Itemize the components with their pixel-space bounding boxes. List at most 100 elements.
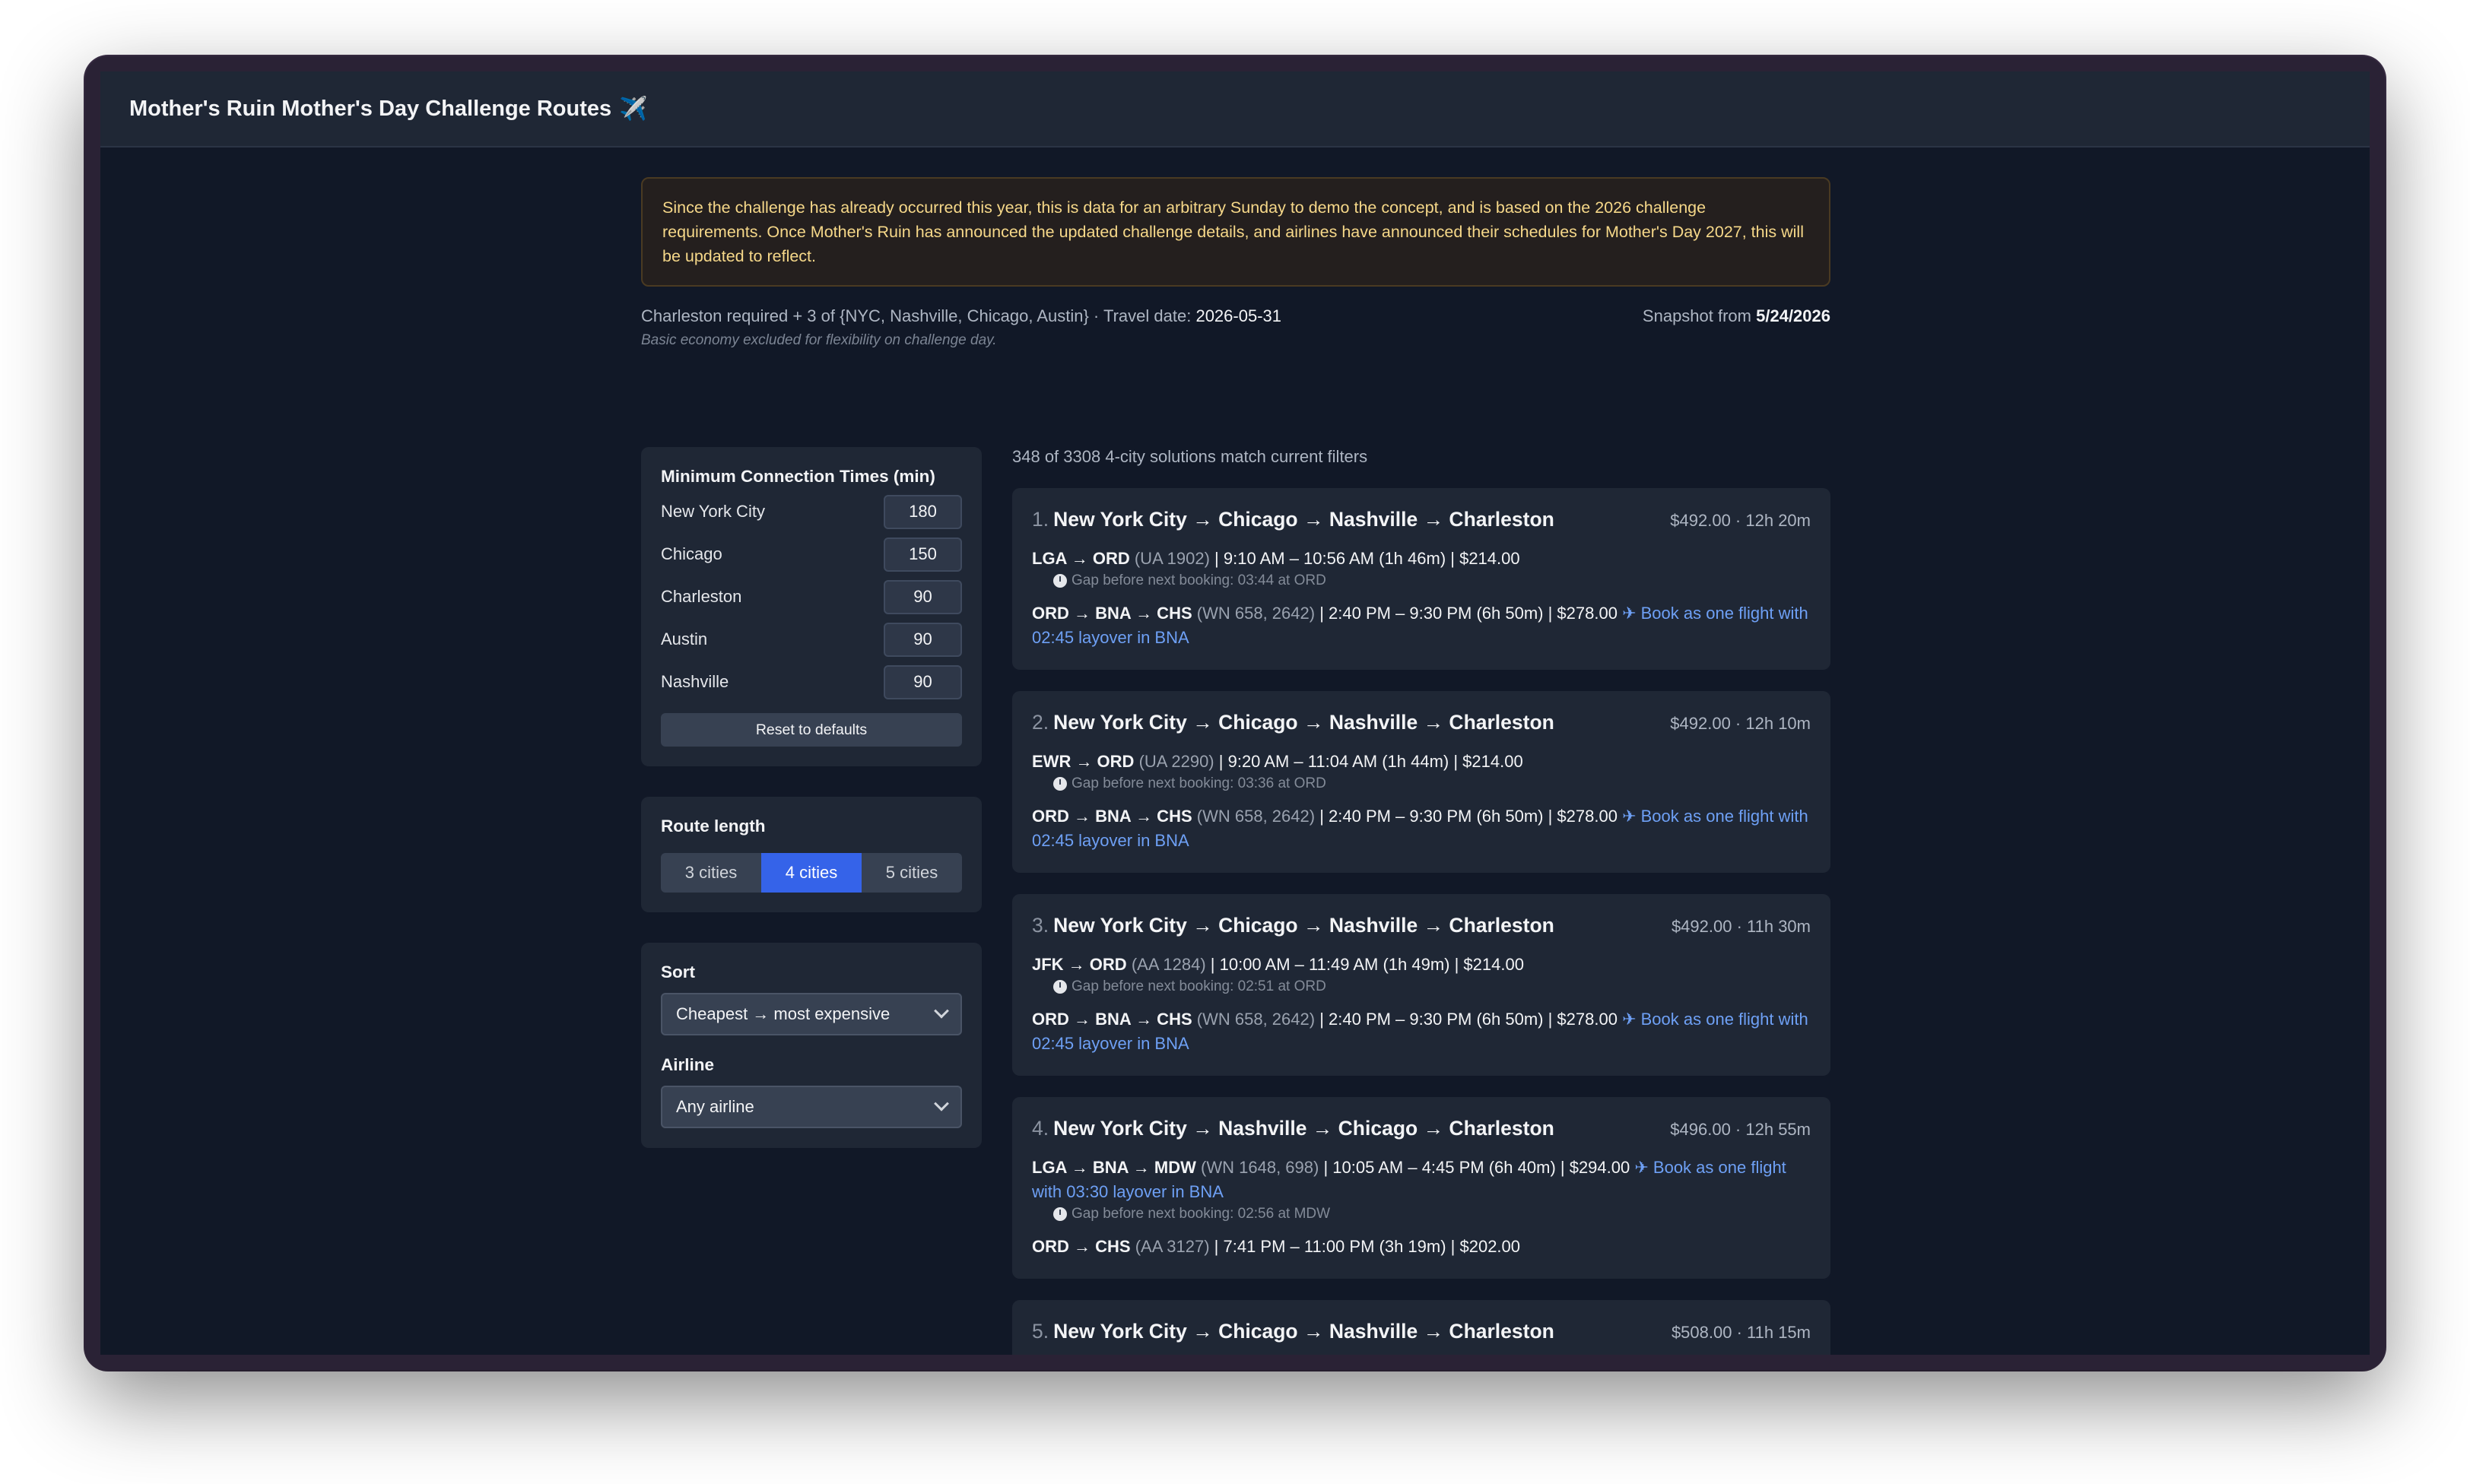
meta-row: Charleston required + 3 of {NYC, Nashvil… — [641, 306, 1830, 326]
leg-flight-numbers: (WN 658, 2642) — [1196, 807, 1316, 826]
route-card-header: 5. New York City → Chicago → Nashville → … — [1032, 1320, 1811, 1343]
route-card: 3. New York City → Chicago → Nashville → … — [1012, 894, 1830, 1076]
route-length-option[interactable]: 5 cities — [862, 853, 962, 893]
sort-select-value: Cheapest → most expensive — [676, 1004, 891, 1023]
route-length-toggle: 3 cities 4 cities 5 cities — [661, 853, 962, 893]
leg-route: LGA → BNA → MDW — [1032, 1158, 1196, 1177]
leg-details: | 2:40 PM – 9:30 PM (6h 50m) | $278.00 — [1319, 1010, 1618, 1029]
app-window: Mother's Ruin Mother's Day Challenge Rou… — [85, 56, 2385, 1370]
chevron-down-icon — [934, 1003, 949, 1019]
flight-leg: ORD → CHS (AA 3127) | 7:41 PM – 11:00 PM… — [1032, 1235, 1811, 1259]
route-length-title: Route length — [661, 817, 766, 836]
leg-flight-numbers: (AA 3127) — [1135, 1237, 1210, 1256]
app-title: Mother's Ruin Mother's Day Challenge Rou… — [129, 96, 648, 122]
sort-select[interactable]: Cheapest → most expensive — [661, 993, 962, 1035]
route-index: 2. — [1032, 711, 1049, 734]
mct-city-label: Chicago — [661, 544, 722, 563]
results-list: 348 of 3308 4-city solutions match curre… — [1012, 447, 1830, 1355]
leg-flight-numbers: (UA 2290) — [1138, 752, 1214, 771]
route-summary: $496.00 · 12h 55m — [1670, 1120, 1811, 1139]
leg-flight-numbers: (WN 1648, 698) — [1201, 1158, 1319, 1177]
app-viewport: Mother's Ruin Mother's Day Challenge Rou… — [100, 71, 2370, 1355]
route-card-header: 3. New York City → Chicago → Nashville → … — [1032, 914, 1811, 937]
route-cities: New York City → Chicago → Nashville → Ch… — [1053, 914, 1554, 937]
airline-select[interactable]: Any airline — [661, 1086, 962, 1128]
leg-route: ORD → BNA → CHS — [1032, 604, 1192, 623]
route-cities: New York City → Chicago → Nashville → Ch… — [1053, 508, 1554, 531]
route-index: 3. — [1032, 914, 1049, 937]
flight-leg: LGA → BNA → MDW (WN 1648, 698) | 10:05 A… — [1032, 1156, 1811, 1204]
route-index: 4. — [1032, 1117, 1049, 1140]
app-title-text: Mother's Ruin Mother's Day Challenge Rou… — [129, 96, 612, 121]
mct-row: Chicago 150 — [661, 537, 962, 572]
leg-route: ORD → CHS — [1032, 1237, 1131, 1256]
route-index: 1. — [1032, 508, 1049, 531]
mct-row: Charleston 90 — [661, 579, 962, 614]
main-content: Since the challenge has already occurred… — [641, 177, 1830, 1355]
stopwatch-icon — [1053, 1207, 1067, 1221]
leg-details: | 9:10 AM – 10:56 AM (1h 46m) | $214.00 — [1214, 549, 1520, 568]
mct-minutes-input[interactable]: 90 — [884, 579, 962, 614]
notice-banner: Since the challenge has already occurred… — [641, 177, 1830, 287]
mct-minutes-input[interactable]: 90 — [884, 622, 962, 657]
flight-leg: ORD → BNA → CHS (WN 658, 2642) | 2:40 PM… — [1032, 804, 1811, 853]
mct-minutes-input[interactable]: 90 — [884, 664, 962, 699]
connection-gap: Gap before next booking: 02:51 at ORD — [1032, 978, 1811, 995]
snapshot-date: 5/24/2026 — [1756, 306, 1830, 325]
route-card-header: 1. New York City → Chicago → Nashville → … — [1032, 508, 1811, 531]
mct-panel: Minimum Connection Times (min) New York … — [641, 447, 982, 766]
route-card: 1. New York City → Chicago → Nashville → … — [1012, 488, 1830, 670]
flight-leg: ORD → BNA → CHS (WN 658, 2642) | 2:40 PM… — [1032, 1007, 1811, 1056]
connection-gap: Gap before next booking: 03:44 at ORD — [1032, 572, 1811, 589]
leg-route: JFK → ORD — [1032, 955, 1127, 974]
leg-details: | 2:40 PM – 9:30 PM (6h 50m) | $278.00 — [1319, 604, 1618, 623]
reset-defaults-button[interactable]: Reset to defaults — [661, 713, 962, 747]
flight-leg: LGA → ORD (UA 1902) | 9:10 AM – 10:56 AM… — [1032, 547, 1811, 571]
route-length-option[interactable]: 3 cities — [661, 853, 761, 893]
route-length-option[interactable]: 4 cities — [761, 853, 862, 893]
mct-city-label: Charleston — [661, 587, 742, 606]
travel-date: 2026-05-31 — [1195, 306, 1281, 325]
airplane-icon: ✈️ — [619, 96, 648, 122]
mct-city-label: Austin — [661, 629, 708, 648]
requirement-text: Charleston required + 3 of {NYC, Nashvil… — [641, 306, 1281, 326]
airline-title: Airline — [661, 1055, 715, 1074]
route-title: 3. New York City → Chicago → Nashville → … — [1032, 914, 1554, 937]
route-summary: $492.00 · 12h 20m — [1670, 511, 1811, 530]
route-summary: $492.00 · 11h 30m — [1671, 917, 1811, 936]
mct-minutes-input[interactable]: 180 — [884, 494, 962, 529]
chevron-down-icon — [934, 1096, 949, 1111]
leg-route: ORD → BNA → CHS — [1032, 807, 1192, 826]
route-title: 5. New York City → Chicago → Nashville → … — [1032, 1320, 1554, 1343]
mct-row: New York City 180 — [661, 494, 962, 529]
route-title: 1. New York City → Chicago → Nashville → … — [1032, 508, 1554, 531]
leg-details: | 2:40 PM – 9:30 PM (6h 50m) | $278.00 — [1319, 807, 1618, 826]
route-length-panel: Route length 3 cities 4 cities 5 cities — [641, 797, 982, 912]
leg-flight-numbers: (AA 1284) — [1131, 955, 1206, 974]
mct-row: Nashville 90 — [661, 664, 962, 699]
route-cities: New York City → Chicago → Nashville → Ch… — [1053, 711, 1554, 734]
airline-select-value: Any airline — [676, 1097, 754, 1116]
leg-details: | 10:05 AM – 4:45 PM (6h 40m) | $294.00 — [1323, 1158, 1630, 1177]
sort-panel: Sort Cheapest → most expensive Airline A… — [641, 943, 982, 1148]
mct-title: Minimum Connection Times (min) — [661, 467, 935, 486]
gap-text: Gap before next booking: 03:36 at ORD — [1071, 775, 1326, 791]
mct-city-label: Nashville — [661, 672, 729, 691]
route-title: 4. New York City → Nashville → Chicago → … — [1032, 1117, 1554, 1140]
route-card-header: 2. New York City → Chicago → Nashville → … — [1032, 711, 1811, 734]
stopwatch-icon — [1053, 980, 1067, 994]
route-card: 5. New York City → Chicago → Nashville → … — [1012, 1300, 1830, 1355]
mct-city-label: New York City — [661, 502, 765, 521]
route-index: 5. — [1032, 1320, 1049, 1343]
mct-minutes-input[interactable]: 150 — [884, 537, 962, 572]
basic-economy-note: Basic economy excluded for flexibility o… — [641, 332, 997, 348]
leg-flight-numbers: (WN 658, 2642) — [1196, 1010, 1316, 1029]
snapshot-text: Snapshot from 5/24/2026 — [1643, 306, 1830, 326]
route-cities: New York City → Chicago → Nashville → Ch… — [1053, 1320, 1554, 1343]
results-count: 348 of 3308 4-city solutions match curre… — [1012, 447, 1368, 466]
leg-flight-numbers: (WN 658, 2642) — [1196, 604, 1316, 623]
route-summary: $492.00 · 12h 10m — [1670, 714, 1811, 733]
flight-leg: JFK → ORD (AA 1284) | 10:00 AM – 11:49 A… — [1032, 953, 1811, 977]
flight-leg: EWR → ORD (UA 2290) | 9:20 AM – 11:04 AM… — [1032, 750, 1811, 774]
leg-route: ORD → BNA → CHS — [1032, 1010, 1192, 1029]
